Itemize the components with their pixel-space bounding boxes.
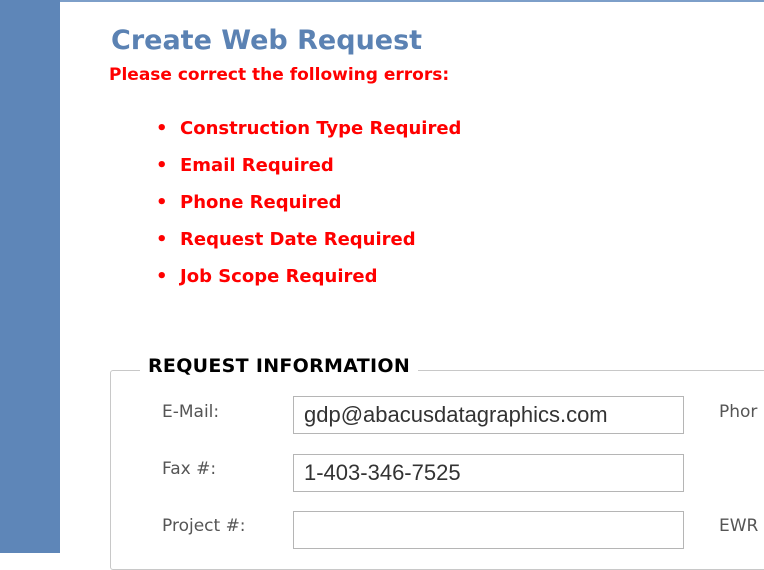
bullet-icon: •	[156, 118, 168, 139]
bullet-icon: •	[156, 266, 168, 287]
fax-label: Fax #:	[162, 459, 217, 479]
email-label: E-Mail:	[162, 402, 220, 422]
error-summary-header: Please correct the following errors:	[109, 65, 450, 85]
error-text: Email Required	[180, 155, 334, 176]
error-item-request-date: • Request Date Required	[150, 229, 461, 266]
phone-label: Phor	[719, 402, 758, 422]
project-number-field[interactable]	[293, 511, 684, 549]
error-item-email: • Email Required	[150, 155, 461, 192]
error-text: Request Date Required	[180, 229, 416, 250]
error-text: Phone Required	[180, 192, 342, 213]
sidebar-band	[0, 0, 60, 553]
error-item-phone: • Phone Required	[150, 192, 461, 229]
bullet-icon: •	[156, 229, 168, 250]
error-text: Job Scope Required	[180, 266, 378, 287]
top-border	[60, 0, 764, 2]
fax-field[interactable]	[293, 454, 684, 492]
email-field[interactable]	[293, 396, 684, 434]
page-title: Create Web Request	[111, 25, 423, 56]
request-information-legend: REQUEST INFORMATION	[140, 355, 419, 377]
project-number-label: Project #:	[162, 516, 246, 536]
bullet-icon: •	[156, 155, 168, 176]
error-item-job-scope: • Job Scope Required	[150, 266, 461, 303]
error-item-construction-type: • Construction Type Required	[150, 118, 461, 155]
ewr-label: EWR	[719, 516, 759, 536]
bullet-icon: •	[156, 192, 168, 213]
error-text: Construction Type Required	[180, 118, 462, 139]
error-list: • Construction Type Required • Email Req…	[150, 118, 461, 303]
